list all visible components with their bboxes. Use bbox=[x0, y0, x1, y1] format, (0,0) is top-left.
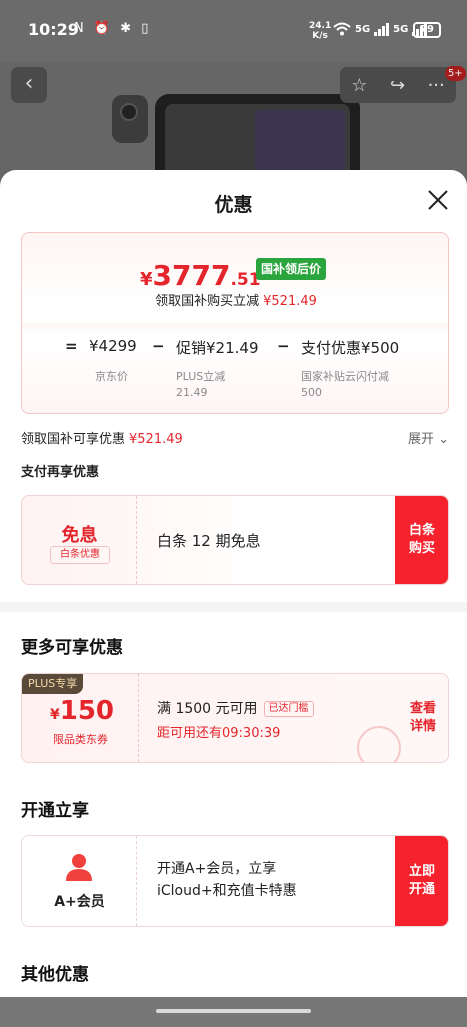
view-details-button[interactable]: 查看 详情 bbox=[397, 674, 448, 762]
status-left-icons: N ⏰ ✱ ▯ bbox=[74, 21, 152, 36]
status-badge: 已达门槛 bbox=[263, 701, 314, 717]
baitiao-coupon: 免息 白条优惠 bbox=[22, 496, 137, 584]
vip-desc: 开通A+会员，立享 iCloud+和充值卡特惠 bbox=[157, 861, 297, 899]
status-time: 10:29 bbox=[28, 20, 79, 39]
more-section-title: 更多可享优惠 bbox=[21, 638, 123, 658]
header-actions: ☆ ↪ ··· bbox=[340, 67, 456, 103]
price-tag: 国补领后价 bbox=[256, 258, 327, 280]
pay-discount-label: 国家补贴云闪付减 500 bbox=[301, 370, 389, 399]
plus-tag: PLUS专享 bbox=[22, 674, 84, 694]
favorite-icon[interactable]: ☆ bbox=[351, 75, 367, 96]
subsidy-row: 领取国补可享优惠 ¥521.49 展开 ⌄ bbox=[21, 428, 449, 450]
signal-icon bbox=[374, 22, 390, 36]
network-5g-2: 5G bbox=[393, 23, 409, 35]
pay-section-title: 支付再享优惠 bbox=[21, 465, 100, 480]
vip-card[interactable]: A+会员 开通A+会员，立享 iCloud+和充值卡特惠 立即 开通 bbox=[21, 835, 449, 927]
other-section-title: 其他优惠 bbox=[21, 965, 89, 985]
jd-price: ¥4299 bbox=[89, 337, 137, 355]
price-divider bbox=[22, 323, 448, 333]
plus-coupon-card[interactable]: ¥150 限品类东券 PLUS专享 满 1500 元可用 已达门槛 距可用还有09… bbox=[21, 673, 449, 763]
promo-label: PLUS立减 21.49 bbox=[176, 370, 226, 399]
section-divider bbox=[0, 602, 467, 612]
sheet-title: 优惠 bbox=[214, 194, 253, 216]
baitiao-buy-button[interactable]: 白条 购买 bbox=[395, 496, 448, 584]
close-icon[interactable] bbox=[426, 188, 450, 212]
baitiao-desc: 白条 12 期免息 bbox=[157, 532, 261, 550]
final-price: ¥3777.51 bbox=[140, 259, 261, 292]
price-card: ¥3777.51 国补领后价 领取国补购买立减 ¥521.49 = ¥4299 −… bbox=[21, 232, 449, 414]
stamp-icon bbox=[357, 726, 401, 762]
share-icon[interactable]: ↪ bbox=[390, 75, 405, 96]
chevron-down-icon: ⌄ bbox=[438, 432, 449, 447]
wifi-icon bbox=[333, 22, 351, 36]
home-indicator[interactable] bbox=[156, 1009, 311, 1013]
jd-price-label: 京东价 bbox=[95, 370, 128, 383]
status-bar: 10:29 N ⏰ ✱ ▯ 24.1 K/s 5G 5G 79 bbox=[0, 0, 467, 62]
price-formula: = ¥4299 − 促销¥21.49 − 支付优惠¥500 bbox=[65, 337, 400, 357]
vip-coupon: A+会员 bbox=[22, 836, 137, 926]
message-badge: 5+ bbox=[445, 66, 466, 81]
more-icon[interactable]: ··· bbox=[428, 75, 445, 96]
promo-value: 促销¥21.49 bbox=[176, 339, 259, 357]
vip-section-title: 开通立享 bbox=[21, 801, 89, 821]
product-camera-image bbox=[112, 95, 148, 143]
subsidy-line: 领取国补购买立减 ¥521.49 bbox=[155, 294, 317, 309]
coupon-value: ¥150 bbox=[50, 696, 115, 726]
expand-toggle[interactable]: 展开 ⌄ bbox=[408, 428, 449, 447]
discount-sheet: 优惠 ¥3777.51 国补领后价 领取国补购买立减 ¥521.49 = ¥429… bbox=[0, 170, 467, 1027]
open-vip-button[interactable]: 立即 开通 bbox=[395, 836, 448, 926]
baitiao-card[interactable]: 免息 白条优惠 白条 12 期免息 白条 购买 bbox=[21, 495, 449, 585]
gesture-bar-area bbox=[0, 997, 467, 1027]
pay-discount-value: 支付优惠¥500 bbox=[301, 339, 400, 357]
coupon-condition: 满 1500 元可用 已达门槛 bbox=[157, 698, 314, 718]
battery-icon: 79 bbox=[413, 22, 441, 38]
member-icon bbox=[66, 854, 92, 881]
back-button[interactable]: ‹ bbox=[11, 67, 47, 103]
coupon-countdown: 距可用还有09:30:39 bbox=[157, 726, 281, 741]
net-speed: 24.1 K/s bbox=[309, 21, 332, 41]
network-5g-1: 5G bbox=[355, 23, 371, 35]
